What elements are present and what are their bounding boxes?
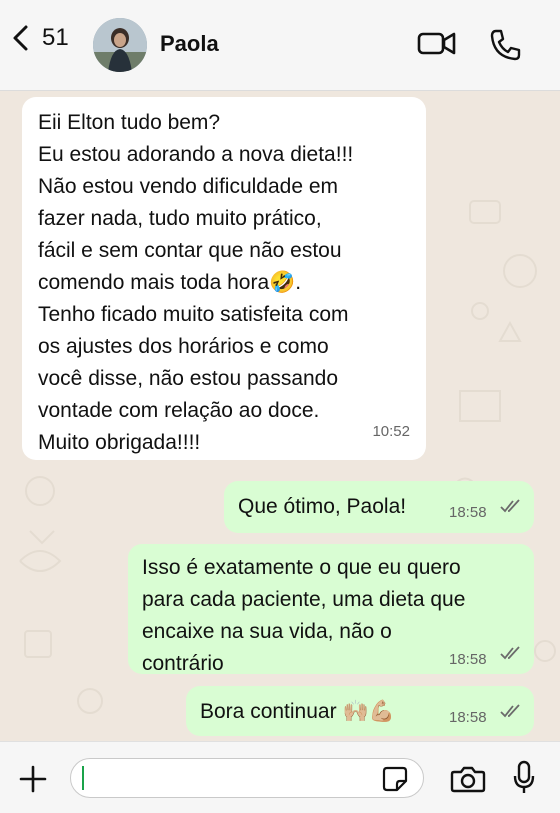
unread-count: 51 <box>42 24 69 51</box>
plus-icon <box>19 765 47 793</box>
phone-icon <box>490 29 521 61</box>
chevron-left-icon <box>13 25 28 51</box>
read-receipt-icon <box>500 499 520 513</box>
read-receipt-icon <box>500 704 520 718</box>
video-call-icon <box>417 32 456 55</box>
message-time: 18:58 <box>449 504 487 521</box>
chat-area[interactable]: Eii Elton tudo bem? Eu estou adorando a … <box>0 91 560 741</box>
message-time: 18:58 <box>449 651 487 668</box>
contact-name[interactable]: Paola <box>160 31 219 57</box>
camera-icon <box>450 766 486 793</box>
back-button[interactable]: 51 <box>10 24 69 52</box>
text-cursor <box>82 766 84 790</box>
avatar-image <box>93 18 147 72</box>
chat-header: 51 Paola <box>0 0 560 91</box>
voice-call-button[interactable] <box>488 28 522 67</box>
incoming-message[interactable]: Eii Elton tudo bem? Eu estou adorando a … <box>22 97 426 460</box>
read-receipt-icon <box>500 646 520 660</box>
message-text: Bora continuar <box>200 700 337 723</box>
message-text: Que ótimo, Paola! <box>238 495 407 518</box>
message-input[interactable] <box>70 758 424 798</box>
voice-message-button[interactable] <box>512 760 536 801</box>
message-composer <box>0 741 560 813</box>
message-text: Eii Elton tudo bem? Eu estou adorando a … <box>38 111 354 454</box>
sticker-icon <box>382 766 408 792</box>
avatar[interactable] <box>93 18 147 72</box>
message-time: 10:52 <box>372 423 410 440</box>
microphone-icon <box>513 760 535 793</box>
message-emoji: 🙌🏼💪🏼 <box>342 699 395 723</box>
outgoing-message[interactable]: Isso é exatamente o que eu quero para ca… <box>128 544 534 675</box>
video-call-button[interactable] <box>417 28 457 63</box>
sticker-button[interactable] <box>382 766 408 797</box>
camera-button[interactable] <box>450 764 486 799</box>
outgoing-message[interactable]: Bora continuar 🙌🏼💪🏼 18:58 <box>186 686 534 736</box>
attach-button[interactable] <box>18 764 48 799</box>
message-time: 18:58 <box>449 709 487 726</box>
outgoing-message[interactable]: Que ótimo, Paola! 18:58 <box>224 481 534 533</box>
